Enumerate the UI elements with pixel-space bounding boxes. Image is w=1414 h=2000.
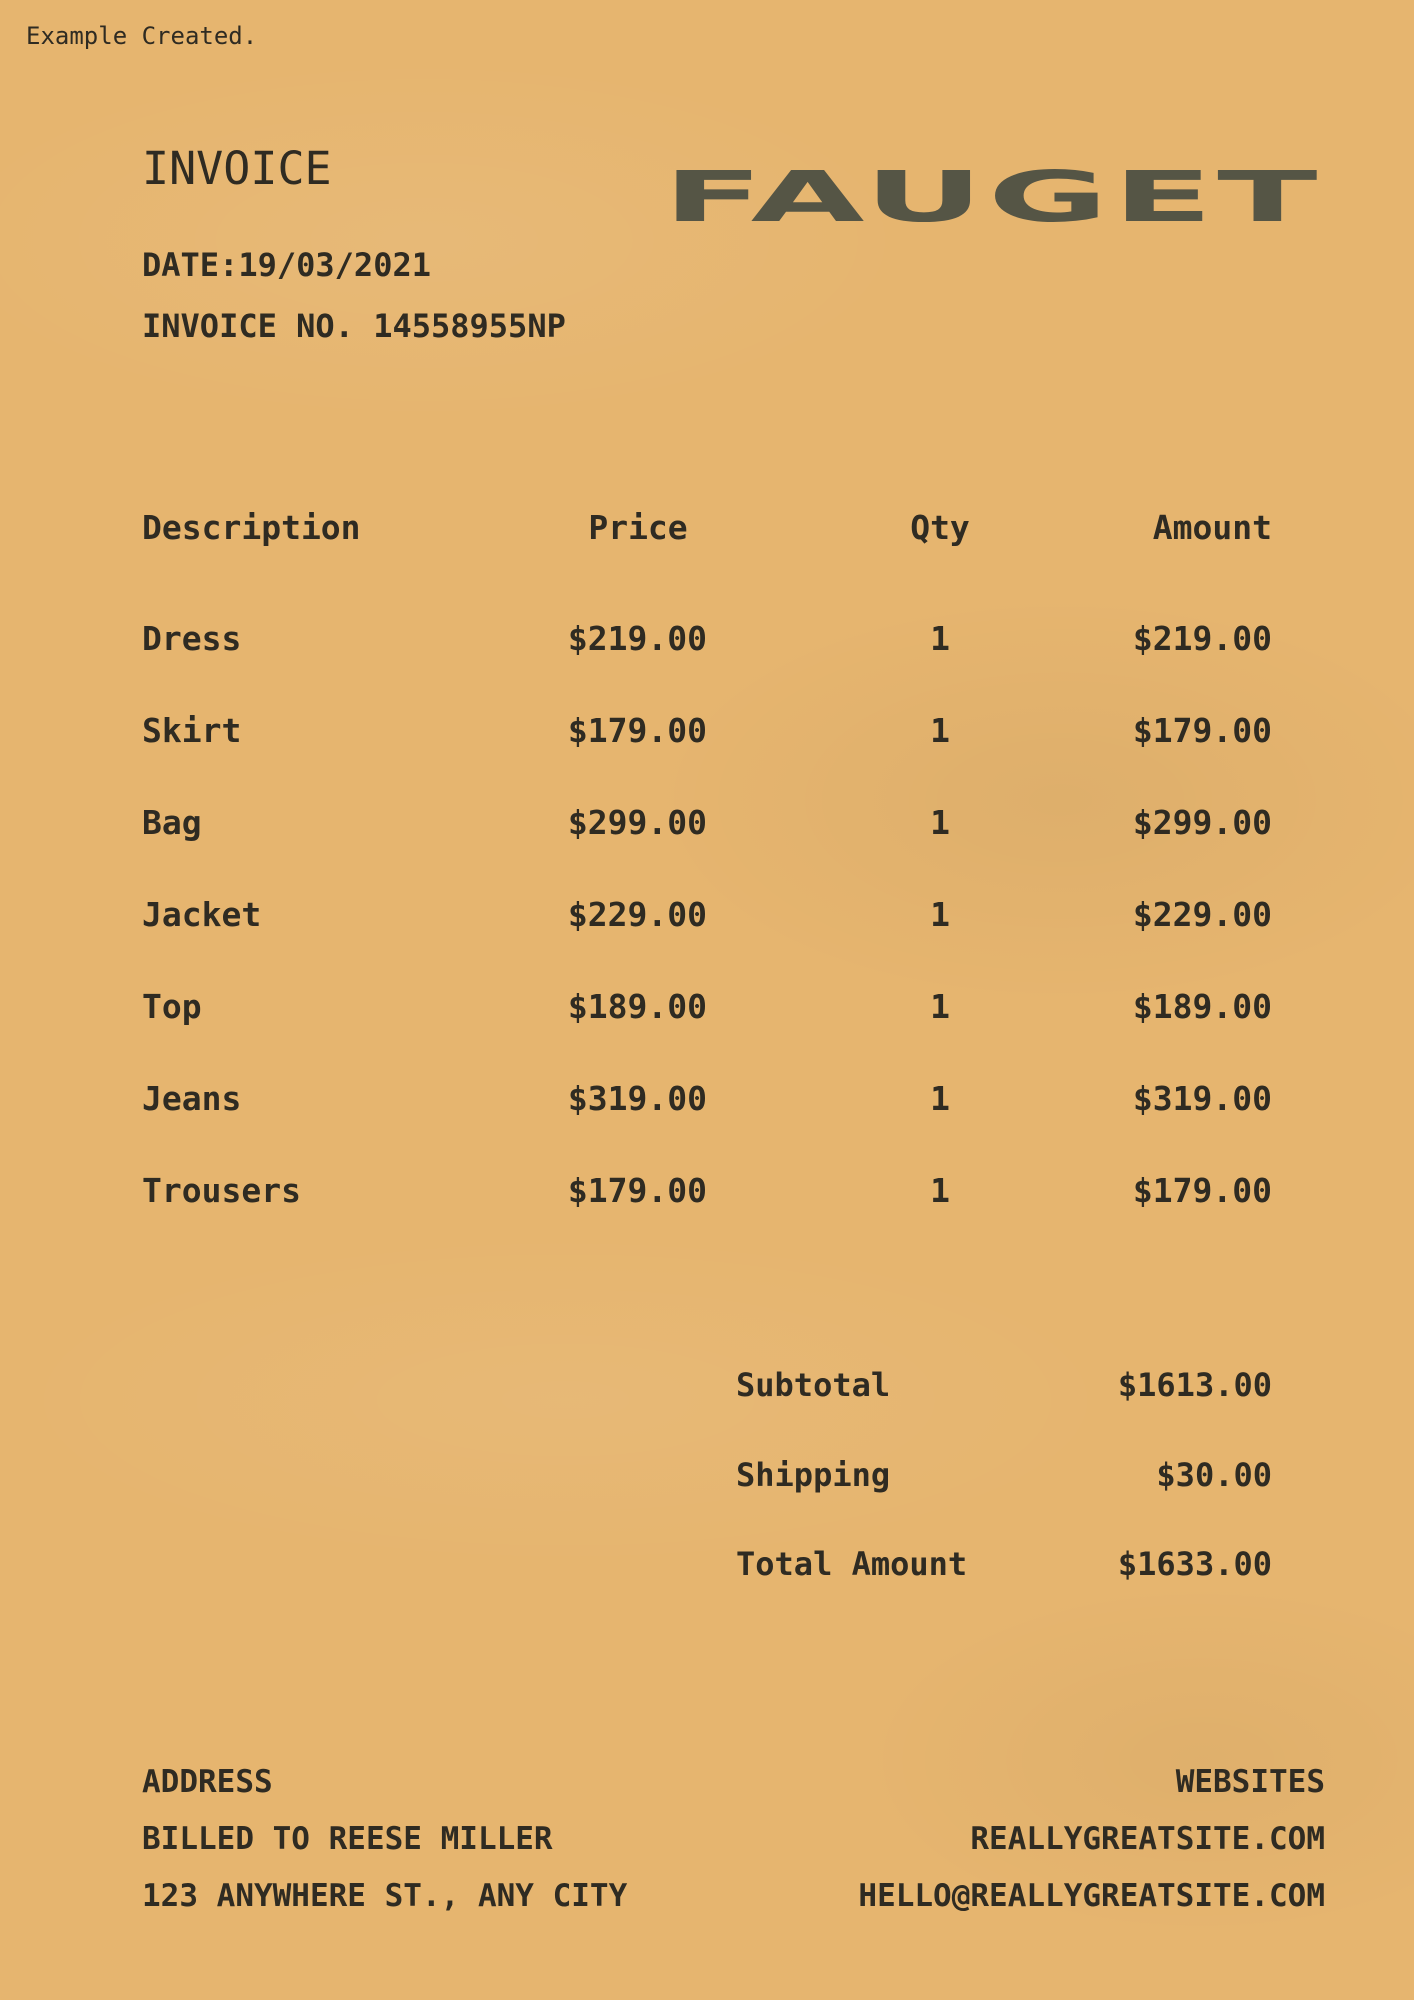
row-price: $219.00 bbox=[567, 619, 707, 658]
column-header-amount: Amount bbox=[1152, 508, 1272, 547]
street-address: 123 ANYWHERE ST., ANY CITY bbox=[142, 1878, 628, 1914]
column-header-description: Description bbox=[142, 508, 361, 547]
row-price: $179.00 bbox=[567, 711, 707, 750]
subtotal-value: $1613.00 bbox=[1117, 1366, 1272, 1404]
invoice-date: DATE:19/03/2021 bbox=[142, 246, 431, 284]
invoice-number: INVOICE NO. 14558955NP bbox=[142, 307, 566, 345]
row-amount: $219.00 bbox=[1132, 619, 1272, 658]
row-amount: $189.00 bbox=[1132, 987, 1272, 1026]
address-heading: ADDRESS bbox=[142, 1764, 273, 1800]
row-description: Jacket bbox=[142, 895, 262, 934]
brand-logo: FAUGET bbox=[663, 156, 1322, 238]
row-amount: $179.00 bbox=[1132, 711, 1272, 750]
row-price: $189.00 bbox=[567, 987, 707, 1026]
example-caption: Example Created. bbox=[26, 22, 258, 50]
row-qty: 1 bbox=[930, 619, 950, 658]
shipping-label: Shipping bbox=[736, 1456, 891, 1494]
column-header-qty: Qty bbox=[910, 508, 970, 547]
row-price: $319.00 bbox=[567, 1079, 707, 1118]
row-qty: 1 bbox=[930, 895, 950, 934]
row-description: Bag bbox=[142, 803, 202, 842]
total-value: $1633.00 bbox=[1117, 1545, 1272, 1583]
row-qty: 1 bbox=[930, 711, 950, 750]
column-header-price: Price bbox=[588, 508, 688, 547]
shipping-value: $30.00 bbox=[1156, 1456, 1272, 1494]
row-description: Top bbox=[142, 987, 202, 1026]
row-amount: $319.00 bbox=[1132, 1079, 1272, 1118]
row-description: Skirt bbox=[142, 711, 242, 750]
invoice-title: INVOICE bbox=[142, 142, 332, 195]
row-amount: $179.00 bbox=[1132, 1171, 1272, 1210]
billed-to: BILLED TO REESE MILLER bbox=[142, 1821, 553, 1857]
row-description: Dress bbox=[142, 619, 242, 658]
row-price: $299.00 bbox=[567, 803, 707, 842]
row-qty: 1 bbox=[930, 1171, 950, 1210]
row-qty: 1 bbox=[930, 803, 950, 842]
row-description: Jeans bbox=[142, 1079, 242, 1118]
websites-heading: WEBSITES bbox=[1175, 1764, 1325, 1800]
row-price: $179.00 bbox=[567, 1171, 707, 1210]
total-label: Total Amount bbox=[736, 1545, 968, 1583]
row-qty: 1 bbox=[930, 987, 950, 1026]
subtotal-label: Subtotal bbox=[736, 1366, 891, 1404]
website-link[interactable]: REALLYGREATSITE.COM bbox=[970, 1821, 1325, 1857]
email-link[interactable]: HELLO@REALLYGREATSITE.COM bbox=[858, 1878, 1325, 1914]
row-description: Trousers bbox=[142, 1171, 301, 1210]
row-amount: $229.00 bbox=[1132, 895, 1272, 934]
row-qty: 1 bbox=[930, 1079, 950, 1118]
row-amount: $299.00 bbox=[1132, 803, 1272, 842]
row-price: $229.00 bbox=[567, 895, 707, 934]
